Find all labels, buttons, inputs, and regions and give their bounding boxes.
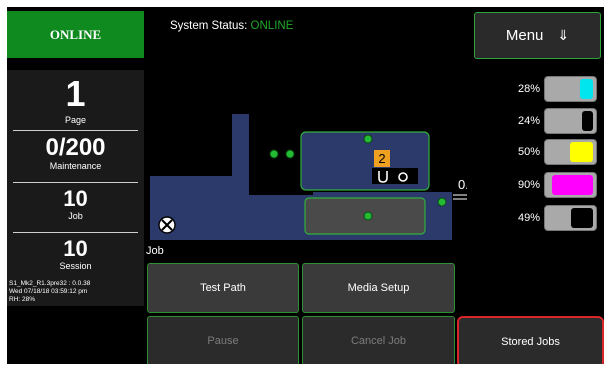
cancel-job-button[interactable]: Cancel Job <box>302 316 455 364</box>
maintenance-counter: 0/200 Maintenance <box>7 134 144 172</box>
sheet-count: 2 <box>378 151 385 166</box>
divider <box>13 130 138 131</box>
page-label: Page <box>64 115 87 125</box>
ink-level-black-2: 49% <box>492 205 599 231</box>
printer-diagram: 2 0.6 <box>150 114 467 240</box>
ink-bar <box>544 172 597 198</box>
stored-jobs-button[interactable]: Stored Jobs <box>457 316 604 364</box>
ink-fill <box>571 208 593 228</box>
ink-level-cyan: 28% <box>492 76 599 102</box>
sensor-icon <box>363 211 373 221</box>
session-label: Session <box>59 261 92 271</box>
ink-percent: 49% <box>517 212 540 224</box>
job-label: Job <box>68 211 83 221</box>
cancel-circle-icon[interactable] <box>158 216 176 234</box>
job-count: 10 <box>63 186 88 211</box>
ink-fill <box>570 142 593 162</box>
job-section-label: Job <box>146 245 164 257</box>
session-counter: 10 Session <box>7 236 144 272</box>
maintenance-count: 0/200 <box>45 134 106 161</box>
test-path-button[interactable]: Test Path <box>147 263 299 313</box>
offset-value: 0.6 <box>458 177 467 192</box>
sensor-icon <box>437 197 447 207</box>
system-status-label: System Status: <box>170 20 248 32</box>
ink-bar <box>544 205 597 231</box>
printer-screen: ONLINE 1 Page 0/200 Maintenance 10 Job 1… <box>7 7 604 364</box>
firmware-version: S1_Mk2_R1.3pre32 : 0.0.38 <box>9 280 91 287</box>
menu-label: Menu <box>505 27 544 44</box>
ink-fill <box>582 111 593 131</box>
humidity: RH: 28% <box>9 296 36 303</box>
page-counter: 1 Page <box>7 73 144 126</box>
ink-level-black-1: 24% <box>492 108 599 134</box>
menu-button[interactable]: Menu ⇓ <box>474 12 601 59</box>
job-counter: 10 Job <box>7 186 144 222</box>
divider <box>13 232 138 233</box>
ink-fill <box>552 175 593 195</box>
ink-level-yellow: 50% <box>492 139 599 165</box>
ink-percent: 24% <box>517 115 540 127</box>
sensor-icon <box>269 149 279 159</box>
page-count: 1 <box>65 73 86 114</box>
left-panel: ONLINE 1 Page 0/200 Maintenance 10 Job 1… <box>7 7 146 364</box>
online-badge: ONLINE <box>7 11 144 58</box>
date-time: Wed 07/18/18 03:59:12 pm <box>9 288 88 295</box>
sensor-icon <box>363 134 373 144</box>
ink-bar <box>544 139 597 165</box>
firmware-info: S1_Mk2_R1.3pre32 : 0.0.38 Wed 07/18/18 0… <box>9 280 90 304</box>
system-status-value: ONLINE <box>250 20 294 32</box>
system-status: System Status: ONLINE <box>170 20 293 32</box>
session-count: 10 <box>63 236 88 261</box>
maintenance-label: Maintenance <box>49 161 102 171</box>
sensor-icon <box>285 149 295 159</box>
ink-fill <box>580 79 593 99</box>
counters-panel: 1 Page 0/200 Maintenance 10 Job 10 Sessi… <box>7 70 144 306</box>
ink-bar <box>544 76 597 102</box>
ink-bar <box>544 108 597 134</box>
ink-percent: 28% <box>517 83 540 95</box>
ink-percent: 50% <box>517 146 540 158</box>
pause-button[interactable]: Pause <box>147 316 299 364</box>
media-setup-button[interactable]: Media Setup <box>302 263 455 313</box>
arrow-down-icon: ⇓ <box>557 27 570 43</box>
ink-level-magenta: 90% <box>492 172 599 198</box>
ink-percent: 90% <box>517 179 540 191</box>
divider <box>13 182 138 183</box>
